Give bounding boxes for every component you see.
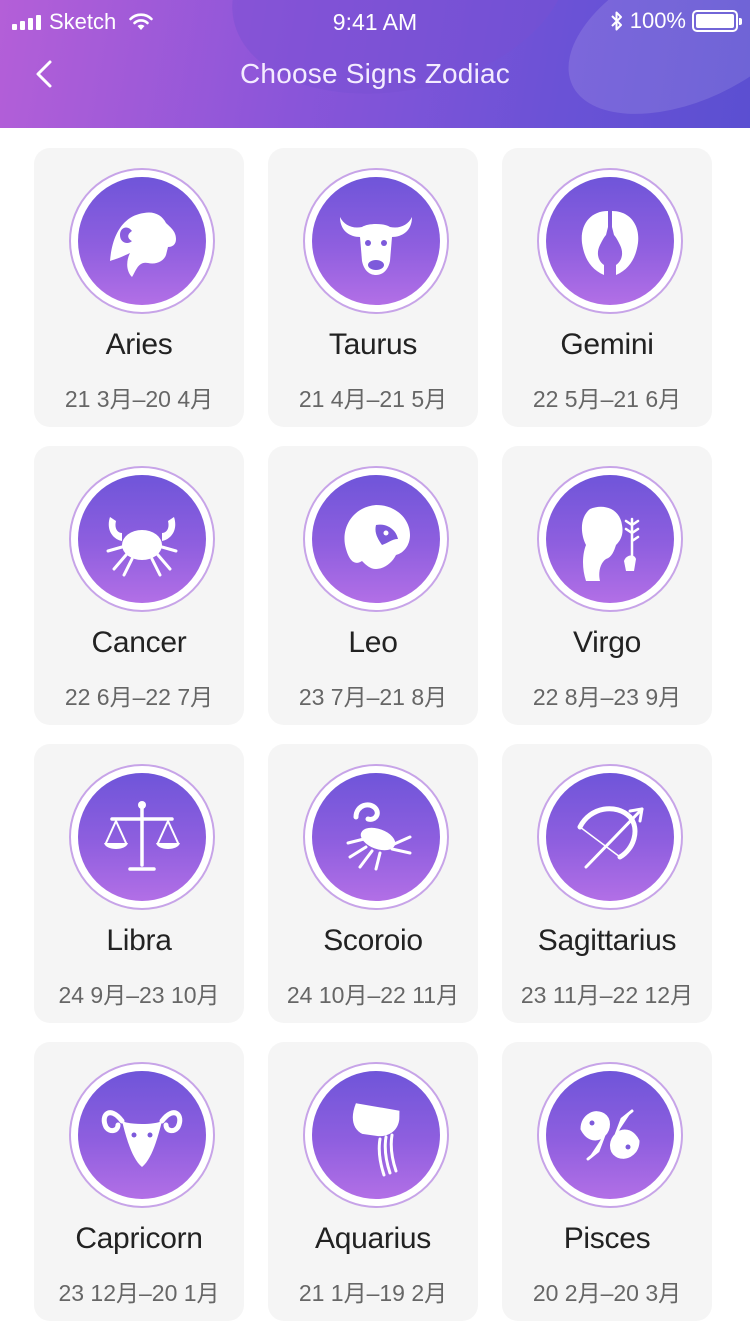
zodiac-badge (69, 168, 215, 314)
fish-icon (580, 1109, 640, 1161)
sign-name: Aries (105, 328, 173, 361)
scorpion-icon (346, 802, 412, 871)
water-jar-icon (352, 1103, 400, 1177)
sign-name: Pisces (563, 1222, 651, 1255)
goat-icon (101, 1110, 183, 1167)
zodiac-card-taurus[interactable]: Taurus 21 4月–21 5月 (268, 148, 478, 427)
sign-dates: 21 1月–19 2月 (298, 1280, 448, 1306)
bull-icon (340, 217, 412, 275)
sign-dates: 23 7月–21 8月 (298, 684, 448, 710)
sign-name: Gemini (560, 328, 654, 361)
page-title: Choose Signs Zodiac (240, 58, 510, 89)
zodiac-badge (537, 1062, 683, 1208)
sign-dates: 23 12月–20 1月 (58, 1280, 220, 1306)
sign-dates: 24 9月–23 10月 (58, 982, 220, 1008)
twins-icon (581, 211, 639, 275)
sign-name: Taurus (328, 328, 418, 361)
battery-icon (692, 10, 742, 32)
zodiac-grid: Aries 21 3月–20 4月 Taurus 21 4月–21 5月 Gem… (34, 148, 714, 1321)
sign-name: Scoroio (323, 924, 423, 957)
zodiac-badge (303, 1062, 449, 1208)
lion-icon (344, 505, 410, 569)
zodiac-card-pisces[interactable]: Pisces 20 2月–20 3月 (502, 1042, 712, 1321)
zodiac-badge (537, 168, 683, 314)
sign-dates: 22 8月–23 9月 (532, 684, 682, 710)
sign-name: Sagittarius (537, 924, 677, 957)
zodiac-card-aquarius[interactable]: Aquarius 21 1月–19 2月 (268, 1042, 478, 1321)
sign-name: Libra (106, 924, 172, 957)
zodiac-badge (537, 466, 683, 612)
sign-name: Capricorn (75, 1222, 203, 1255)
crab-icon (106, 517, 178, 577)
zodiac-badge (537, 764, 683, 910)
bow-arrow-icon (577, 806, 644, 869)
sign-dates: 24 10月–22 11月 (286, 982, 460, 1008)
battery-percent: 100% (629, 8, 686, 33)
bluetooth-icon (611, 11, 622, 31)
zodiac-card-libra[interactable]: Libra 24 9月–23 10月 (34, 744, 244, 1023)
header: Sketch 9:41 AM 100% Choose Signs Zodiac (0, 0, 750, 128)
sign-dates: 20 2月–20 3月 (532, 1280, 682, 1306)
scales-icon (104, 801, 180, 871)
ram-icon (110, 212, 176, 277)
sign-dates: 22 6月–22 7月 (64, 684, 214, 710)
zodiac-card-virgo[interactable]: Virgo 22 8月–23 9月 (502, 446, 712, 725)
zodiac-badge (69, 1062, 215, 1208)
sign-name: Aquarius (314, 1222, 431, 1255)
nav-bar: Choose Signs Zodiac (0, 44, 750, 108)
sign-name: Virgo (573, 626, 641, 659)
sign-dates: 21 4月–21 5月 (298, 386, 448, 412)
zodiac-card-leo[interactable]: Leo 23 7月–21 8月 (268, 446, 478, 725)
maiden-icon (581, 506, 640, 581)
zodiac-card-scorpio[interactable]: Scoroio 24 10月–22 11月 (268, 744, 478, 1023)
zodiac-badge (69, 466, 215, 612)
sign-dates: 23 11月–22 12月 (520, 982, 694, 1008)
zodiac-card-cancer[interactable]: Cancer 22 6月–22 7月 (34, 446, 244, 725)
sign-dates: 21 3月–20 4月 (64, 386, 214, 412)
zodiac-badge (303, 168, 449, 314)
zodiac-card-gemini[interactable]: Gemini 22 5月–21 6月 (502, 148, 712, 427)
zodiac-badge (69, 764, 215, 910)
zodiac-badge (303, 764, 449, 910)
status-bar: Sketch 9:41 AM 100% (0, 0, 750, 44)
zodiac-card-sagittarius[interactable]: Sagittarius 23 11月–22 12月 (502, 744, 712, 1023)
zodiac-card-capricorn[interactable]: Capricorn 23 12月–20 1月 (34, 1042, 244, 1321)
zodiac-badge (303, 466, 449, 612)
sign-name: Leo (348, 626, 398, 659)
sign-dates: 22 5月–21 6月 (532, 386, 682, 412)
zodiac-card-aries[interactable]: Aries 21 3月–20 4月 (34, 148, 244, 427)
sign-name: Cancer (91, 626, 187, 659)
